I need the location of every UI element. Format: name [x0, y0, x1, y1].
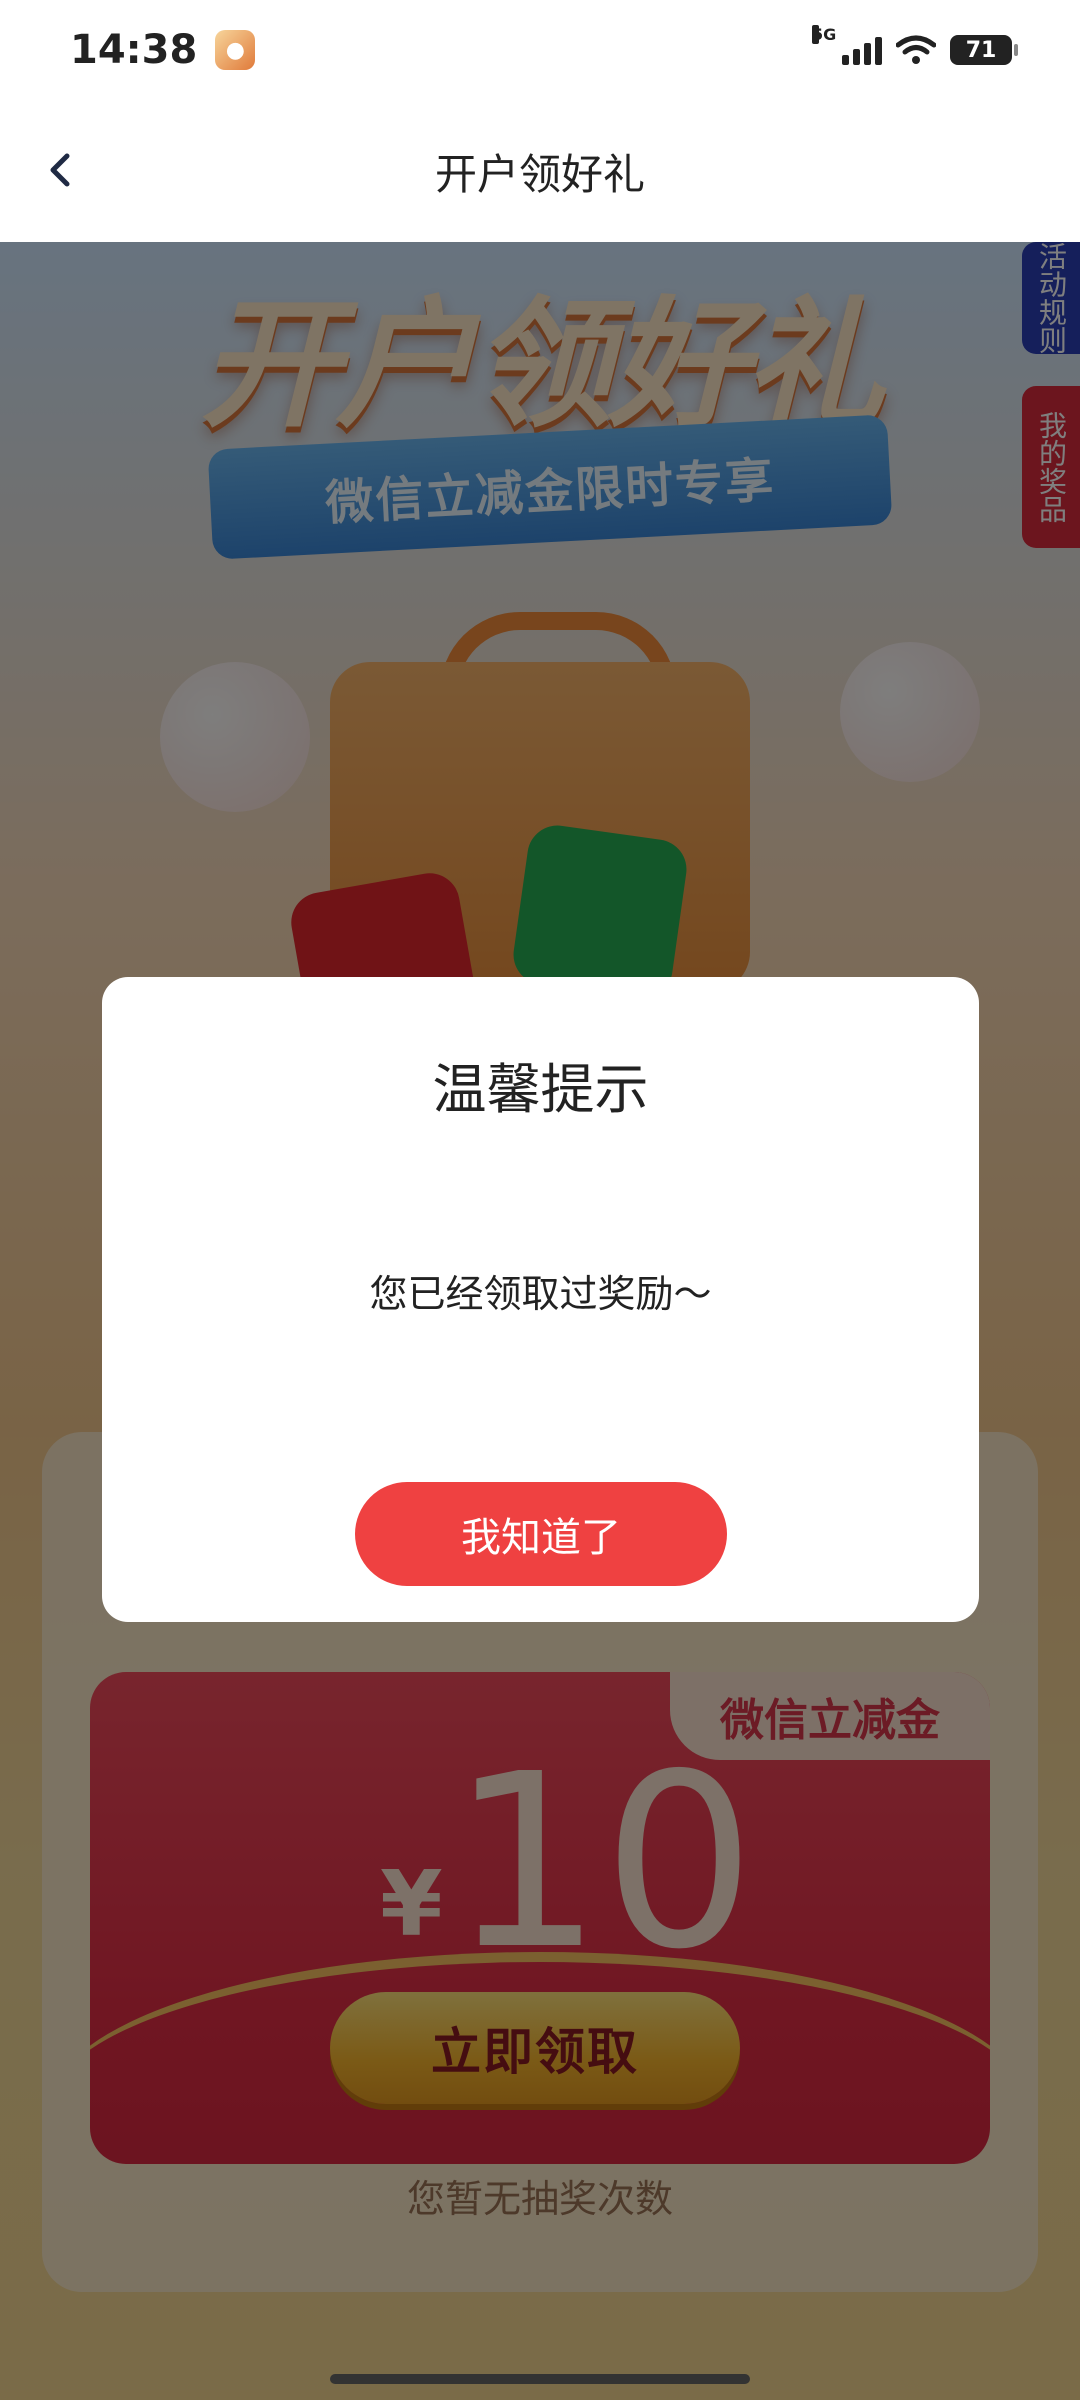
status-right: 5G 71 — [812, 25, 1018, 65]
got-it-button[interactable]: 我知道了 — [355, 1482, 727, 1586]
chevron-left-icon — [50, 153, 70, 187]
battery-level: 71 — [965, 37, 997, 63]
got-it-label: 我知道了 — [461, 1515, 621, 1561]
status-bar: 14:38 ● 5G 71 — [0, 0, 1080, 100]
status-left: 14:38 ● — [70, 27, 256, 73]
nav-bar: 开户领好礼 — [0, 100, 1080, 242]
page-root: 14:38 ● 5G 71 开户领好礼 温馨提示 您已经领取过奖励～ 我知道了 — [0, 0, 1080, 2400]
app-notification-icon: ● — [215, 30, 256, 70]
back-button[interactable] — [30, 140, 90, 200]
dialog-message: 您已经领取过奖励～ — [369, 1272, 712, 1316]
dialog-title: 温馨提示 — [432, 1058, 649, 1121]
status-time: 14:38 — [70, 27, 198, 73]
home-gesture-bar[interactable] — [330, 2374, 750, 2384]
tip-dialog: 温馨提示 您已经领取过奖励～ 我知道了 — [102, 977, 979, 1622]
battery-icon: 71 — [950, 35, 1018, 65]
cellular-signal-icon: 5G — [812, 25, 882, 65]
page-title: 开户领好礼 — [434, 149, 645, 199]
network-type-label: 5G — [812, 25, 837, 44]
wifi-icon — [896, 35, 936, 64]
